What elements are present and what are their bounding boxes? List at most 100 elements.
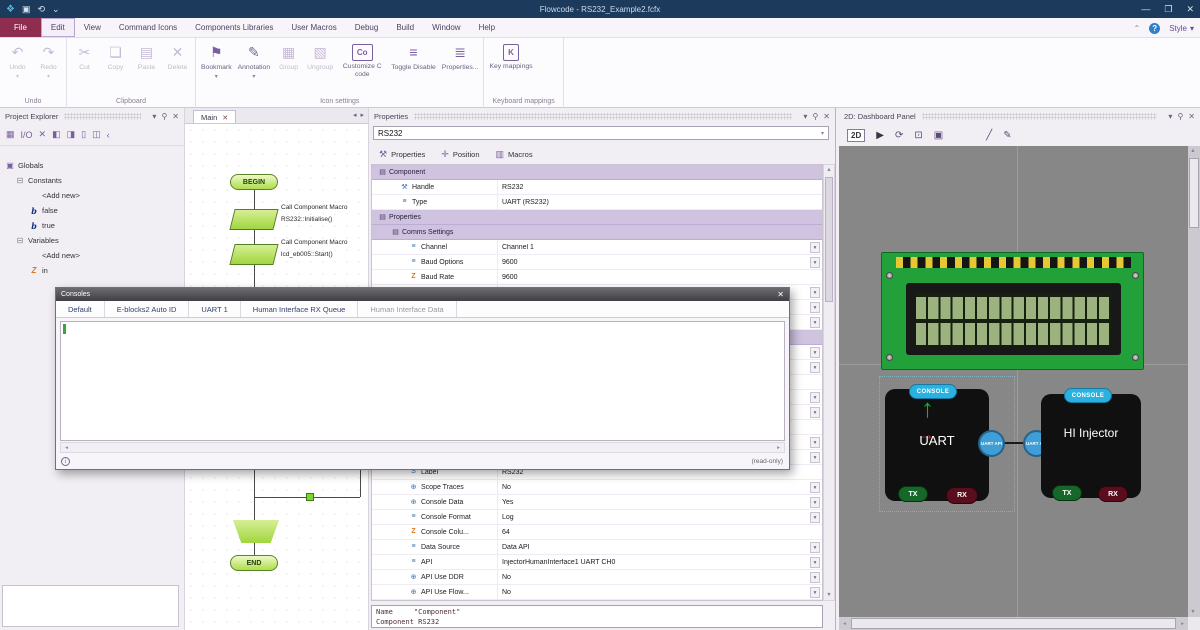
menu-item[interactable]: Build — [387, 18, 423, 37]
explorer-toolbar-icon[interactable]: ‹ — [107, 130, 110, 140]
restore-button[interactable]: ❐ — [1164, 4, 1172, 15]
dropdown-arrow-icon[interactable]: ▾ — [810, 257, 820, 268]
console-tab[interactable]: Human Interface Data — [358, 301, 456, 317]
dashboard-canvas[interactable]: ↑ → UART CONSOLE TX RX UART API UART API… — [839, 146, 1188, 617]
dashboard-toolbar-icon[interactable]: 2D — [847, 129, 865, 142]
dropdown-arrow-icon[interactable]: ▾ — [810, 302, 820, 313]
dropdown-arrow-icon[interactable]: ▾ — [810, 347, 820, 358]
properties-view-tab[interactable]: ✛ Position — [441, 149, 479, 160]
panel-grip[interactable] — [414, 113, 792, 120]
ribbon-button[interactable]: ≣ Properties... ▾ — [439, 40, 482, 97]
tree-item[interactable]: ▣ Globals — [0, 158, 184, 173]
explorer-detail-panel[interactable] — [2, 585, 179, 627]
style-menu[interactable]: Style ▾ — [1169, 24, 1194, 33]
menu-item[interactable]: File — [0, 18, 41, 37]
menu-item[interactable]: View — [75, 18, 110, 37]
dropdown-arrow-icon[interactable]: ▾ — [810, 512, 820, 523]
component-name-field[interactable]: RS232 ▾ — [373, 126, 829, 140]
ribbon-button[interactable]: K Key mappings ▾ — [486, 40, 535, 97]
lcd-display-component[interactable] — [881, 252, 1144, 370]
dropdown-arrow-icon[interactable]: ▾ — [821, 130, 824, 137]
ribbon-button[interactable]: ✎ Annotation ▾ — [235, 40, 274, 97]
chevron-down-icon[interactable]: ▾ — [152, 112, 156, 121]
property-row[interactable]: ⊕ API Use Flow... No ▾ — [372, 585, 822, 600]
properties-view-tab[interactable]: ⚒ Properties — [379, 149, 425, 160]
ribbon-button[interactable]: ❏ Copy ▾ — [100, 40, 131, 97]
properties-view-tab[interactable]: ▥ Macros — [496, 149, 533, 160]
console-tab[interactable]: Human Interface RX Queue — [241, 301, 359, 317]
consoles-dialog[interactable]: Consoles ✕ DefaultE-blocks2 Auto IDUART … — [55, 287, 790, 470]
scroll-down-icon[interactable]: ▼ — [824, 590, 834, 600]
uart-rx-badge[interactable]: RX — [946, 487, 978, 504]
ribbon-button[interactable]: ▦ Group ▾ — [273, 40, 304, 97]
menu-item[interactable]: Help — [470, 18, 504, 37]
scrollbar-track[interactable] — [72, 443, 773, 452]
ribbon-button[interactable]: ✂ Cut ▾ — [69, 40, 100, 97]
save-icon[interactable]: ▣ — [22, 4, 31, 15]
menu-item[interactable]: Window — [423, 18, 469, 37]
explorer-toolbar-icon[interactable]: ▦ — [6, 129, 15, 140]
dropdown-arrow-icon[interactable]: ▾ — [810, 392, 820, 403]
console-h-scrollbar[interactable]: ◂ ▸ — [60, 442, 785, 453]
ribbon-button[interactable]: ▧ Ungroup ▾ — [304, 40, 336, 97]
scroll-up-icon[interactable]: ▲ — [1188, 146, 1198, 156]
uart-component[interactable]: ↑ → UART — [885, 389, 989, 501]
property-row[interactable]: ▤ Properties ▾ — [372, 210, 822, 225]
property-row[interactable]: ▤ Comms Settings ▾ — [372, 225, 822, 240]
scroll-down-icon[interactable]: ▼ — [1188, 607, 1198, 617]
tree-item[interactable]: b false — [0, 203, 184, 218]
dropdown-arrow-icon[interactable]: ▾ — [810, 557, 820, 568]
uart-console-badge[interactable]: CONSOLE — [909, 384, 957, 399]
undo-quick-icon[interactable]: ⟲ — [37, 4, 45, 15]
panel-grip[interactable] — [922, 113, 1158, 120]
menu-item[interactable]: User Macros — [282, 18, 345, 37]
pin-icon[interactable]: ⚲ — [1177, 112, 1183, 121]
console-tab[interactable]: UART 1 — [189, 301, 240, 317]
minimize-button[interactable]: — — [1141, 4, 1150, 14]
property-row[interactable]: ≡ Type UART (RS232) ▾ — [372, 195, 822, 210]
tab-main[interactable]: Main ✕ — [193, 110, 236, 123]
property-row[interactable]: ≡ Console Format Log ▾ — [372, 510, 822, 525]
dashboard-toolbar-icon[interactable]: ⊡ — [914, 130, 922, 141]
dashboard-toolbar-icon[interactable]: ⟳ — [895, 130, 903, 141]
explorer-toolbar-icon[interactable]: ◨ — [67, 129, 76, 140]
pin-icon[interactable]: ⚲ — [812, 112, 818, 121]
quickbar-caret-icon[interactable]: ⌄ — [52, 4, 60, 15]
scrollbar-thumb[interactable] — [825, 177, 833, 302]
injector-rx-badge[interactable]: RX — [1098, 486, 1128, 502]
dropdown-arrow-icon[interactable]: ▾ — [810, 542, 820, 553]
console-tab[interactable]: Default — [56, 301, 105, 317]
property-row[interactable]: Z Baud Rate 9600 ▾ — [372, 270, 822, 285]
property-row[interactable]: ⊕ API Use DDR No ▾ — [372, 570, 822, 585]
scrollbar-thumb[interactable] — [1189, 158, 1199, 228]
tab-scroll-left-icon[interactable]: ◂ — [353, 111, 357, 119]
dropdown-arrow-icon[interactable]: ▾ — [810, 482, 820, 493]
tree-item[interactable]: <Add new> — [0, 188, 184, 203]
property-row[interactable]: Z Console Colu... 64 ▾ — [372, 525, 822, 540]
uart-tx-badge[interactable]: TX — [898, 486, 928, 502]
flow-end-block[interactable]: END — [230, 555, 278, 571]
property-row[interactable]: ≡ API InjectorHumanInterface1 UART CH0 ▾ — [372, 555, 822, 570]
scroll-up-icon[interactable]: ▲ — [824, 165, 834, 175]
properties-scrollbar[interactable]: ▲ ▼ — [823, 164, 835, 601]
panel-grip[interactable] — [64, 113, 141, 120]
dashboard-v-scrollbar[interactable]: ▲ ▼ — [1188, 146, 1200, 617]
dropdown-arrow-icon[interactable]: ▾ — [810, 452, 820, 463]
flow-macro-block-lcd[interactable] — [229, 244, 278, 265]
chevron-down-icon[interactable]: ▾ — [803, 112, 807, 121]
console-output-area[interactable] — [60, 321, 785, 441]
dropdown-arrow-icon[interactable]: ▾ — [810, 242, 820, 253]
consoles-dialog-titlebar[interactable]: Consoles ✕ — [56, 288, 789, 301]
property-row[interactable]: ⚒ Handle RS232 ▾ — [372, 180, 822, 195]
menu-item[interactable]: Edit — [41, 18, 75, 37]
dropdown-arrow-icon[interactable]: ▾ — [810, 362, 820, 373]
collapse-ribbon-icon[interactable]: ⌃ — [1133, 24, 1140, 33]
tree-item[interactable]: Z in — [0, 263, 184, 278]
property-row[interactable]: ≡ Channel Channel 1 ▾ — [372, 240, 822, 255]
flow-begin-block[interactable]: BEGIN — [230, 174, 278, 190]
dashboard-toolbar-icon[interactable]: ▣ — [934, 130, 943, 141]
uart-api-port[interactable]: UART API — [978, 430, 1005, 457]
scroll-left-icon[interactable]: ◂ — [839, 617, 850, 630]
dashboard-toolbar-icon[interactable]: ▶ — [876, 130, 884, 141]
hi-injector-component[interactable]: HI Injector — [1041, 394, 1141, 498]
